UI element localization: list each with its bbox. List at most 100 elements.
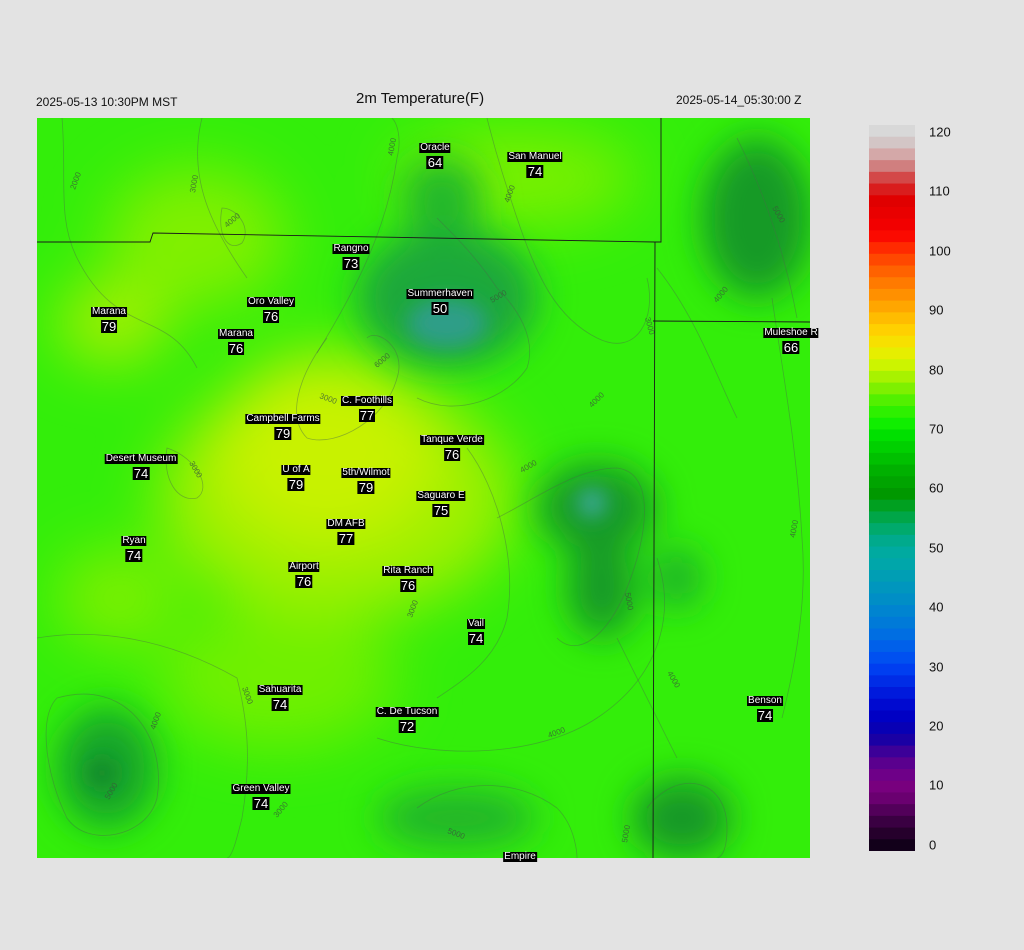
colorbar-swatch: [869, 452, 915, 466]
station-marker: 5th/Wilmot 79: [341, 463, 391, 495]
colorbar-swatch: [869, 206, 915, 220]
colorbar-swatch: [869, 488, 915, 501]
colorbar-swatch: [869, 523, 915, 536]
station-temperature: 76: [443, 447, 461, 462]
colorbar-swatch: [869, 382, 915, 395]
colorbar-swatch: [869, 171, 915, 185]
station-marker: Marana 76: [218, 324, 254, 355]
station-name: San Manuel: [507, 151, 563, 162]
station-name: C. De Tucson: [375, 706, 439, 717]
station-marker: Oracle 64: [419, 138, 451, 169]
colorbar-tick-label: 30: [929, 659, 944, 675]
station-temperature: 74: [756, 708, 774, 723]
colorbar-swatch: [869, 136, 915, 150]
colorbar-swatch: [869, 230, 915, 243]
station-marker: C. De Tucson 72: [375, 702, 439, 734]
station-temperature: 76: [399, 578, 417, 593]
colorbar-swatch: [869, 815, 915, 829]
temperature-colorbar: [869, 125, 915, 852]
colorbar-swatch: [869, 804, 915, 817]
station-name: U of A: [281, 464, 311, 475]
colorbar-swatch: [869, 675, 915, 688]
station-name: Empire: [503, 851, 537, 862]
colorbar-swatch: [869, 300, 915, 313]
valid-time-label: 2025-05-14_05:30:00 Z: [676, 93, 802, 107]
colorbar-swatch: [869, 312, 915, 325]
station-temperature: 74: [271, 697, 289, 712]
station-name: Rita Ranch: [382, 565, 434, 576]
colorbar-tick-label: 120: [929, 124, 951, 140]
station-temperature: 76: [295, 574, 313, 589]
station-marker: Marana 79: [91, 302, 127, 333]
station-name: Campbell Farms: [245, 413, 321, 424]
station-temperature: 79: [357, 480, 375, 495]
colorbar-tick-label: 70: [929, 421, 944, 437]
colorbar-swatch: [869, 605, 915, 618]
colorbar-tick-label: 20: [929, 718, 944, 734]
colorbar-swatch: [869, 195, 915, 208]
colorbar-tick-label: 90: [929, 302, 944, 318]
colorbar-swatch: [869, 722, 915, 735]
station-marker: Summerhaven 50: [406, 284, 474, 315]
station-temperature: 76: [227, 341, 245, 356]
station-marker: U of A 79: [281, 460, 311, 492]
station-temperature: 74: [132, 466, 150, 481]
colorbar-swatch: [869, 687, 915, 700]
colorbar-swatch: [869, 546, 915, 559]
colorbar-swatch: [869, 792, 915, 805]
colorbar-swatch: [869, 745, 915, 758]
station-name: Ryan: [121, 535, 147, 546]
map-title: 2m Temperature(F): [356, 90, 485, 107]
colorbar-swatch: [869, 347, 915, 360]
station-marker: Airport 76: [288, 557, 320, 589]
station-name: Summerhaven: [406, 288, 474, 299]
colorbar-swatch: [869, 640, 915, 653]
colorbar-swatch: [869, 757, 915, 770]
station-marker: Tanque Verde 76: [420, 430, 484, 461]
colorbar-tick-label: 10: [929, 777, 944, 793]
colorbar-swatch: [869, 441, 915, 454]
colorbar-swatch: [869, 827, 915, 840]
station-name: Sahuarita: [257, 684, 303, 695]
station-temperature: 79: [287, 477, 305, 492]
station-name: Marana: [91, 306, 127, 317]
colorbar-swatch: [869, 616, 915, 630]
station-temperature: 77: [337, 531, 355, 546]
colorbar-swatch: [869, 780, 915, 794]
station-marker: Green Valley 74: [231, 779, 291, 810]
colorbar-tick-label: 0: [929, 837, 937, 853]
colorbar-swatch: [869, 464, 915, 477]
colorbar-swatch: [869, 710, 915, 723]
station-marker: Desert Museum 74: [104, 449, 178, 481]
station-name: Rangno: [332, 243, 370, 254]
colorbar-swatch: [869, 499, 915, 513]
colorbar-swatch: [869, 593, 915, 606]
colorbar-tick-label: 100: [929, 243, 951, 259]
station-marker: Rangno 73: [332, 239, 370, 271]
colorbar-swatch: [869, 406, 915, 419]
station-marker: DM AFB 77: [326, 514, 366, 546]
colorbar-swatch: [869, 394, 915, 407]
colorbar-swatch: [869, 429, 915, 442]
station-temperature: 73: [342, 256, 360, 271]
colorbar-swatch: [869, 558, 915, 571]
colorbar-swatch: [869, 359, 915, 372]
colorbar-swatches: [869, 125, 915, 852]
colorbar-swatch: [869, 628, 915, 641]
colorbar-tick-label: 110: [929, 183, 950, 199]
station-temperature: 77: [358, 408, 376, 423]
colorbar-swatch: [869, 417, 915, 431]
colorbar-swatch: [869, 183, 915, 196]
station-temperature: 72: [398, 719, 416, 734]
station-name: C. Foothills: [340, 395, 394, 406]
colorbar-swatch: [869, 651, 915, 665]
station-name: Airport: [288, 561, 320, 572]
station-name: Green Valley: [231, 783, 291, 794]
colorbar-swatch: [869, 335, 915, 349]
colorbar-swatch: [869, 663, 915, 676]
station-marker: Ryan 74: [121, 531, 147, 562]
station-temperature: 74: [467, 631, 485, 646]
station-marker: Vail 74: [467, 614, 485, 645]
colorbar-swatch: [869, 581, 915, 594]
colorbar-swatch: [869, 324, 915, 337]
